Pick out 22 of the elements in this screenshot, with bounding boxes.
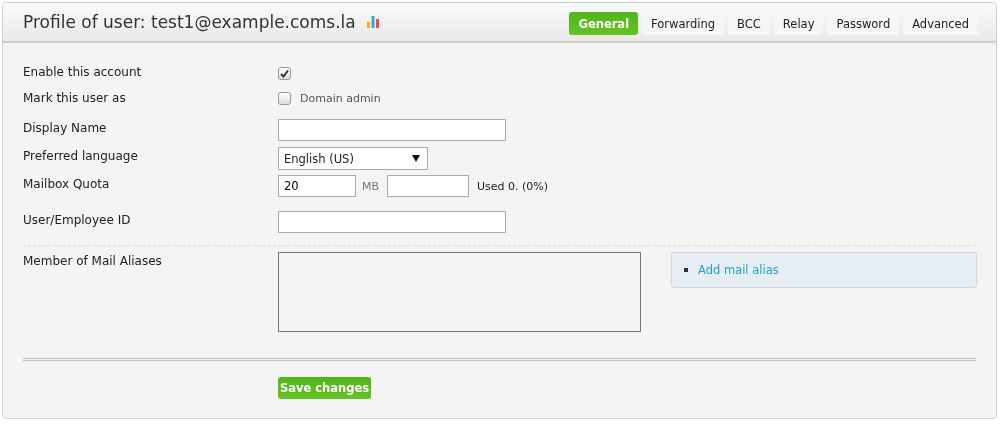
field-label: Enable this account [23, 64, 143, 79]
field-label: Preferred language [23, 148, 139, 163]
unit-label: MB [362, 179, 380, 193]
text-area[interactable] [278, 252, 641, 332]
input-field[interactable] [387, 175, 470, 197]
input-field[interactable]: 20 [278, 175, 356, 197]
checkbox[interactable] [278, 67, 291, 80]
usage-text: Used 0. (0%) [477, 179, 549, 193]
page-title: Profile of user: test1@example.coms.la [23, 12, 356, 32]
field-label: Mailbox Quota [23, 176, 111, 191]
field-label: Member of Mail Aliases [23, 253, 163, 268]
bar-chart-icon[interactable] [365, 15, 380, 29]
field-label: User/Employee ID [23, 212, 132, 227]
language-dropdown[interactable]: English (US) [278, 147, 428, 170]
checkbox-label: Domain admin [300, 92, 381, 105]
input-field[interactable] [278, 211, 506, 233]
input-field[interactable] [278, 119, 506, 141]
field-label: Display Name [23, 120, 108, 135]
checkbox[interactable] [278, 92, 291, 105]
field-label: Mark this user as [23, 90, 127, 105]
dropdown-arrow-icon [412, 155, 420, 162]
bullet-icon [684, 268, 688, 272]
